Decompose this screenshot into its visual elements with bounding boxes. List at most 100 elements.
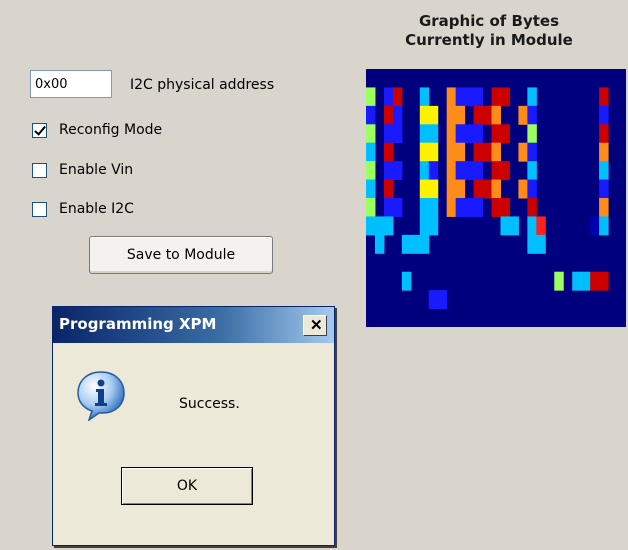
- byte-cell: [599, 87, 609, 107]
- byte-cell: [419, 142, 430, 162]
- byte-cell: [491, 105, 501, 125]
- byte-cell: [392, 124, 403, 144]
- byte-cell: [599, 161, 609, 181]
- byte-cell: [599, 198, 609, 217]
- byte-cell: [392, 161, 403, 181]
- byte-cell: [383, 161, 394, 181]
- byte-cell: [383, 142, 394, 162]
- byte-cell: [527, 161, 537, 181]
- byte-cell: [473, 179, 484, 199]
- byte-cell: [527, 105, 537, 125]
- byte-cell: [500, 216, 510, 236]
- byte-cell: [392, 87, 403, 107]
- byte-cell: [473, 198, 484, 217]
- byte-cell: [419, 234, 430, 254]
- byte-cell: [482, 142, 493, 162]
- byte-cell: [392, 198, 403, 217]
- byte-cell: [518, 142, 528, 162]
- byte-cell: [419, 105, 430, 125]
- byte-cell: [428, 216, 439, 236]
- enable-vin-checkbox-row[interactable]: Enable Vin: [32, 162, 133, 178]
- byte-cell: [419, 216, 430, 236]
- byte-cell: [536, 234, 546, 254]
- reconfig-mode-checkbox[interactable]: [32, 122, 47, 138]
- byte-cell: [383, 124, 394, 144]
- byte-cell: [455, 124, 466, 144]
- byte-cell: [374, 216, 385, 236]
- byte-cell: [455, 179, 466, 199]
- byte-cell: [383, 105, 394, 125]
- byte-cell: [536, 216, 546, 236]
- byte-cell: [527, 142, 537, 162]
- byte-cell: [518, 179, 528, 199]
- byte-cell: [446, 161, 457, 181]
- byte-cell: [428, 161, 439, 181]
- programming-dialog: Programming XPM ✕ Success. OK: [52, 306, 335, 546]
- dialog-title: Programming XPM: [59, 315, 217, 333]
- byte-cell: [473, 87, 484, 107]
- byte-cell: [527, 124, 537, 144]
- byte-cell: [437, 290, 448, 310]
- dialog-message: Success.: [179, 396, 240, 412]
- byte-cell: [419, 198, 430, 217]
- byte-cell: [366, 124, 376, 144]
- byte-cell: [455, 87, 466, 107]
- reconfig-mode-label: Reconfig Mode: [59, 122, 163, 138]
- byte-cell: [455, 161, 466, 181]
- byte-cell: [473, 124, 484, 144]
- graphic-title: Graphic of Bytes Currently in Module: [372, 12, 606, 50]
- i2c-address-label: I2C physical address: [130, 77, 275, 93]
- byte-cell: [383, 179, 394, 199]
- i2c-address-input[interactable]: [30, 70, 112, 98]
- byte-cell: [491, 124, 501, 144]
- info-icon: [77, 371, 125, 421]
- reconfig-mode-checkbox-row[interactable]: Reconfig Mode: [32, 122, 162, 138]
- byte-cell: [419, 124, 430, 144]
- enable-i2c-checkbox[interactable]: [32, 201, 47, 217]
- byte-cell: [599, 179, 609, 199]
- byte-cell: [527, 179, 537, 199]
- dialog-titlebar[interactable]: Programming XPM ✕: [53, 307, 334, 343]
- byte-cell: [491, 198, 501, 217]
- byte-cell: [366, 198, 376, 217]
- save-to-module-button[interactable]: Save to Module: [89, 236, 273, 274]
- byte-cell: [428, 142, 439, 162]
- graphic-title-line1: Graphic of Bytes: [418, 12, 560, 30]
- byte-cell: [419, 161, 430, 181]
- byte-cell: [491, 161, 501, 181]
- byte-cell: [428, 198, 439, 217]
- byte-cell: [572, 271, 582, 291]
- byte-cell: [455, 142, 466, 162]
- byte-cell: [446, 179, 457, 199]
- byte-cell: [410, 234, 421, 254]
- graphic-title-line2: Currently in Module: [405, 31, 573, 49]
- ok-button[interactable]: OK: [121, 467, 253, 505]
- byte-cell: [366, 216, 376, 236]
- enable-i2c-checkbox-row[interactable]: Enable I2C: [32, 201, 134, 217]
- byte-cell: [455, 105, 466, 125]
- byte-cell: [455, 198, 466, 217]
- byte-cell: [599, 216, 609, 236]
- byte-cell: [401, 271, 412, 291]
- byte-cell: [491, 179, 501, 199]
- byte-cell: [428, 290, 439, 310]
- byte-cell: [599, 142, 609, 162]
- byte-graphic: [366, 69, 626, 327]
- byte-cell: [464, 161, 475, 181]
- byte-cell: [366, 105, 376, 125]
- dialog-close-button[interactable]: ✕: [303, 315, 327, 336]
- byte-cell: [482, 105, 493, 125]
- byte-cell: [464, 124, 475, 144]
- byte-cell: [366, 161, 376, 181]
- byte-cell: [581, 271, 591, 291]
- byte-cell: [383, 198, 394, 217]
- byte-cell: [473, 161, 484, 181]
- enable-vin-checkbox[interactable]: [32, 162, 47, 178]
- byte-graphic-canvas: [366, 87, 609, 310]
- byte-cell: [446, 198, 457, 217]
- byte-cell: [366, 142, 376, 162]
- byte-cell: [500, 87, 510, 107]
- byte-cell: [527, 234, 537, 254]
- byte-cell: [366, 179, 376, 199]
- byte-cell: [554, 271, 564, 291]
